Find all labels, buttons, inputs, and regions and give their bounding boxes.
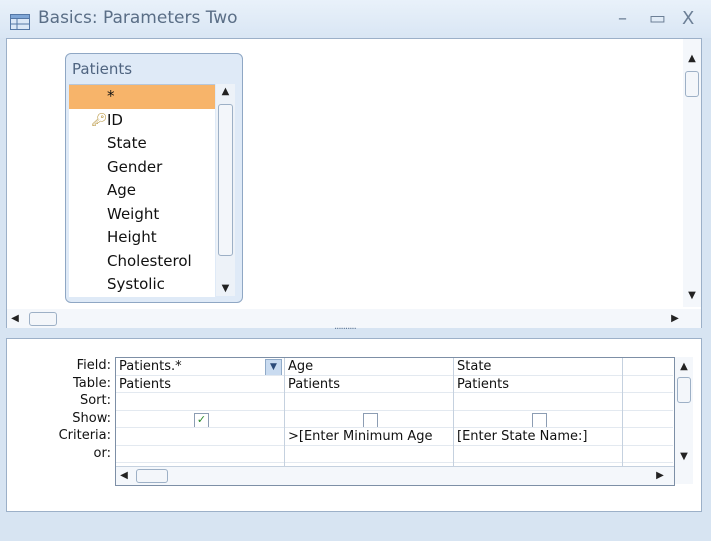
scroll-down-icon[interactable]: ▼ xyxy=(216,283,235,294)
field-label: Height xyxy=(107,228,157,246)
row-label-sort: Sort: xyxy=(79,393,111,408)
row-label-criteria: Criteria: xyxy=(58,428,111,443)
show-cell[interactable] xyxy=(623,411,673,428)
field-item-age[interactable]: Age xyxy=(69,179,215,203)
table-cell[interactable]: Patients xyxy=(454,376,622,393)
field-label: Cholesterol xyxy=(107,251,192,270)
scroll-right-icon[interactable]: ▶ xyxy=(669,313,681,324)
grid-vertical-scrollbar[interactable]: ▲ ▼ xyxy=(675,357,693,484)
field-label: Systolic xyxy=(107,275,165,293)
sort-cell[interactable] xyxy=(454,393,622,411)
minimize-button[interactable]: – xyxy=(618,8,627,29)
scroll-thumb[interactable] xyxy=(685,71,699,97)
show-cell[interactable] xyxy=(285,411,453,428)
field-label: State xyxy=(107,134,147,152)
row-label-or: or: xyxy=(93,445,111,461)
show-checkbox[interactable]: ✓ xyxy=(194,412,209,428)
scroll-thumb[interactable] xyxy=(136,469,168,483)
patients-table-box[interactable]: Patients * 🔑︎ ID State Gender Age Weight … xyxy=(65,53,243,303)
window-title: Basics: Parameters Two xyxy=(38,8,238,28)
criteria-cell[interactable] xyxy=(116,428,284,446)
title-bar: Basics: Parameters Two – ▭ X xyxy=(0,0,711,38)
field-list: * 🔑︎ ID State Gender Age Weight Height Ch… xyxy=(69,84,215,297)
field-label: Gender xyxy=(107,157,163,176)
field-label: ID xyxy=(107,110,123,129)
or-cell[interactable] xyxy=(623,446,673,463)
scroll-up-icon[interactable]: ▲ xyxy=(683,53,701,64)
splitter-grip-icon[interactable]: ·········· xyxy=(334,324,357,335)
scroll-left-icon[interactable]: ◀ xyxy=(118,470,130,481)
table-pane: Patients * 🔑︎ ID State Gender Age Weight … xyxy=(6,38,702,330)
show-cell[interactable] xyxy=(454,411,622,428)
table-cell[interactable]: Patients xyxy=(285,376,453,393)
show-checkbox[interactable] xyxy=(363,412,378,428)
field-item-cholesterol[interactable]: Cholesterol xyxy=(69,250,215,274)
row-label-field: Field: xyxy=(76,358,111,373)
field-label: Age xyxy=(107,181,137,199)
field-item-gender[interactable]: Gender xyxy=(69,156,215,180)
query-design-icon xyxy=(10,14,30,30)
field-item-id[interactable]: 🔑︎ ID xyxy=(69,109,215,133)
scroll-up-icon[interactable]: ▲ xyxy=(216,86,235,97)
field-value: Patients.* xyxy=(119,359,182,374)
sort-cell[interactable] xyxy=(285,393,453,411)
field-cell[interactable]: Patients.* ▼ xyxy=(116,358,284,376)
maximize-button[interactable]: ▭ xyxy=(649,8,666,29)
field-label: Weight xyxy=(107,204,160,223)
scroll-right-icon[interactable]: ▶ xyxy=(654,470,666,481)
show-checkbox[interactable] xyxy=(532,412,547,428)
close-button[interactable]: X xyxy=(682,8,694,29)
design-grid: Patients.* ▼ Patients ✓ Age Patients >[En… xyxy=(115,357,675,486)
primary-key-icon: 🔑︎ xyxy=(91,112,108,128)
design-grid-pane: Field: Table: Sort: Show: Criteria: or: … xyxy=(6,338,702,512)
table-cell[interactable]: Patients xyxy=(116,376,284,393)
scroll-thumb[interactable] xyxy=(218,104,233,256)
criteria-cell[interactable]: >[Enter Minimum Age xyxy=(285,428,453,446)
chevron-down-icon[interactable]: ▼ xyxy=(265,359,282,375)
show-cell[interactable]: ✓ xyxy=(116,411,284,428)
field-item-systolic[interactable]: Systolic xyxy=(69,273,215,297)
scroll-thumb[interactable] xyxy=(29,312,57,326)
field-item-weight[interactable]: Weight xyxy=(69,203,215,227)
field-item-height[interactable]: Height xyxy=(69,226,215,250)
criteria-cell[interactable]: [Enter State Name:] xyxy=(454,428,622,446)
row-label-table: Table: xyxy=(73,375,111,391)
scroll-thumb[interactable] xyxy=(677,377,691,403)
upper-vertical-scrollbar[interactable]: ▲ ▼ xyxy=(683,39,701,307)
or-cell[interactable] xyxy=(454,446,622,463)
scroll-down-icon[interactable]: ▼ xyxy=(675,451,693,462)
field-list-scrollbar[interactable]: ▲ ▼ xyxy=(216,84,235,296)
or-cell[interactable] xyxy=(285,446,453,463)
scroll-left-icon[interactable]: ◀ xyxy=(9,313,21,324)
row-label-show: Show: xyxy=(72,410,111,426)
field-item-all[interactable]: * xyxy=(69,85,215,109)
table-box-title: Patients xyxy=(72,60,133,78)
criteria-cell[interactable] xyxy=(623,428,673,446)
row-labels: Field: Table: Sort: Show: Criteria: or: xyxy=(7,357,111,462)
table-cell[interactable] xyxy=(623,376,673,393)
or-cell[interactable] xyxy=(116,446,284,463)
grid-horizontal-scrollbar[interactable]: ◀ ▶ xyxy=(116,466,674,485)
field-cell[interactable]: State xyxy=(454,358,622,376)
field-label: * xyxy=(107,87,115,105)
pane-splitter[interactable]: ·········· xyxy=(6,324,702,338)
field-cell[interactable] xyxy=(623,358,673,376)
field-item-state[interactable]: State xyxy=(69,132,215,156)
scroll-down-icon[interactable]: ▼ xyxy=(683,290,701,301)
sort-cell[interactable] xyxy=(623,393,673,411)
scroll-up-icon[interactable]: ▲ xyxy=(675,361,693,372)
sort-cell[interactable] xyxy=(116,393,284,411)
field-cell[interactable]: Age xyxy=(285,358,453,376)
